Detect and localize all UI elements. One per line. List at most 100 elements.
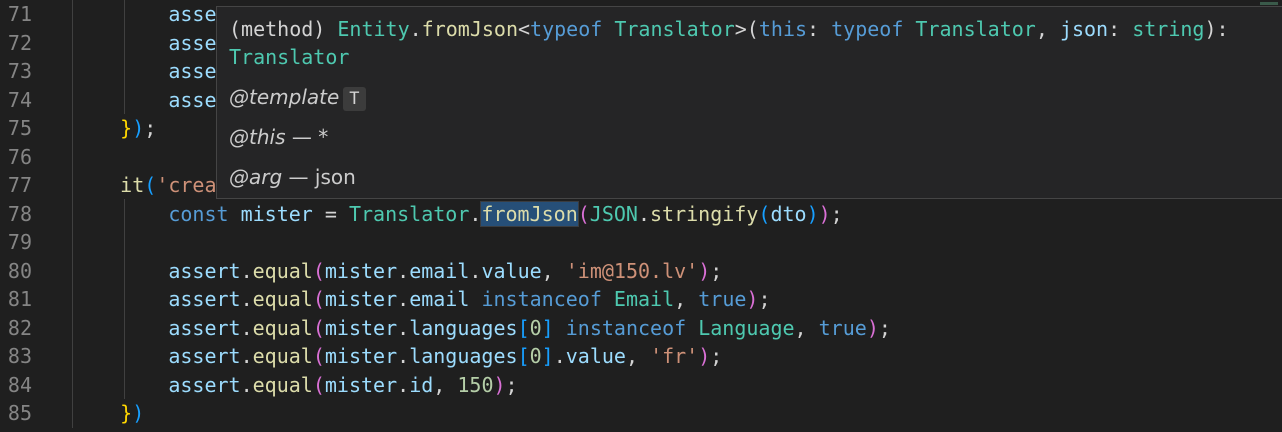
code-token: (: [312, 315, 325, 340]
template-tag-label: @template: [229, 85, 340, 109]
this-tag-label: @this: [229, 125, 286, 149]
line-number: 80: [7, 258, 32, 283]
line-number: 82: [7, 315, 32, 340]
code-token: .: [397, 315, 410, 340]
signature-token: typeof: [831, 17, 904, 41]
code-token: ): [132, 116, 145, 140]
code-token: mister: [324, 287, 398, 311]
code-token: equal: [252, 344, 313, 368]
code-token: (: [144, 173, 157, 197]
line-number: 73: [7, 59, 32, 83]
code-line[interactable]: 79: [0, 228, 1282, 257]
code-token: equal: [252, 287, 313, 311]
code-token: (: [312, 344, 325, 368]
code-token: languages: [409, 344, 518, 368]
this-tag-desc: — *: [291, 125, 329, 149]
code-text[interactable]: assert.equal(mister.languages[0] instanc…: [72, 314, 891, 343]
code-token: ;: [830, 201, 843, 226]
code-text[interactable]: asse: [72, 57, 217, 86]
signature-token: [602, 17, 614, 41]
line-number: 81: [7, 287, 32, 311]
code-token: ): [806, 201, 819, 226]
code-token: JSON: [589, 201, 638, 226]
code-text[interactable]: assert.equal(mister.email.value, 'im@150…: [72, 257, 722, 286]
code-text[interactable]: const mister = Translator.fromJson(JSON.…: [72, 200, 843, 229]
code-line[interactable]: 83 assert.equal(mister.languages[0].valu…: [0, 342, 1282, 371]
code-text[interactable]: assert.equal(mister.languages[0].value, …: [72, 342, 722, 371]
code-token: value: [481, 258, 542, 283]
code-token: .: [397, 258, 410, 283]
template-param-chip: T: [343, 87, 366, 111]
code-line[interactable]: 85 }): [0, 399, 1282, 428]
signature-token: ,: [1035, 17, 1060, 41]
code-token: 'im@150.lv': [565, 258, 699, 283]
code-token: assert: [168, 344, 241, 368]
code-line[interactable]: 78 const mister = Translator.fromJson(JS…: [0, 200, 1282, 229]
code-token: .: [240, 258, 253, 283]
code-text[interactable]: asse: [72, 29, 216, 58]
code-token: ): [818, 201, 831, 226]
signature-token: :: [807, 17, 832, 41]
signature-token: :: [1108, 17, 1133, 41]
line-number: 72: [7, 30, 32, 55]
code-token: .: [240, 287, 253, 311]
line-number: 83: [7, 344, 32, 368]
code-token: ]: [541, 315, 554, 340]
code-token: assert: [168, 372, 241, 397]
code-token: 150: [457, 372, 494, 397]
code-text[interactable]: });: [72, 114, 156, 143]
arg-tag-label: @arg: [229, 165, 283, 189]
code-text[interactable]: assert.equal(mister.email instanceof Ema…: [72, 285, 771, 314]
code-token: }: [120, 116, 133, 140]
code-token: equal: [252, 372, 313, 397]
code-token: asse: [168, 2, 217, 26]
signature-token: .: [409, 17, 422, 41]
code-text[interactable]: assert.equal(mister.id, 150);: [72, 371, 518, 400]
code-line[interactable]: 82 assert.equal(mister.languages[0] inst…: [0, 314, 1282, 343]
code-token: instanceof: [565, 315, 687, 340]
code-line[interactable]: 81 assert.equal(mister.email instanceof …: [0, 285, 1282, 314]
line-number: 76: [7, 144, 32, 169]
code-token: value: [565, 344, 626, 368]
line-number: 71: [7, 2, 32, 26]
code-line[interactable]: 80 assert.equal(mister.email.value, 'im@…: [0, 257, 1282, 286]
code-token: ;: [505, 372, 518, 397]
line-number: 84: [7, 372, 32, 397]
line-number: 78: [7, 201, 32, 226]
signature-token: typeof: [530, 17, 603, 41]
code-token: ): [698, 344, 711, 368]
code-token: ;: [710, 344, 723, 368]
code-token: ): [132, 401, 145, 425]
code-token: ,: [433, 372, 458, 397]
signature-token: Translator: [915, 17, 1036, 41]
signature-token: json: [1059, 17, 1109, 41]
line-number: 77: [7, 173, 32, 197]
code-token: mister: [324, 344, 398, 368]
line-number: 74: [7, 87, 32, 112]
code-text[interactable]: it('crea: [72, 171, 216, 200]
signature-token: (method): [229, 17, 338, 41]
code-text[interactable]: asse: [72, 0, 217, 29]
code-token: 'fr': [650, 344, 699, 368]
hover-tooltip: (method) Entity.fromJson<typeof Translat…: [216, 6, 1282, 199]
line-number: 75: [7, 116, 32, 140]
code-token: asse: [168, 59, 217, 83]
code-text[interactable]: }): [72, 399, 144, 428]
code-token: (: [312, 258, 325, 283]
hover-signature: (method) Entity.fromJson<typeof Translat…: [229, 15, 1273, 43]
signature-token: this: [758, 17, 808, 41]
arg-tag-desc: — json: [288, 165, 356, 189]
code-text[interactable]: asse: [72, 86, 216, 115]
code-token: mister: [324, 315, 398, 340]
code-token: [: [517, 315, 530, 340]
code-token: mister: [240, 201, 313, 226]
code-token: assert: [168, 315, 241, 340]
signature-token: Translator: [614, 17, 735, 41]
code-line[interactable]: 84 assert.equal(mister.id, 150);: [0, 371, 1282, 400]
hover-this-tag: @this — *: [229, 123, 1273, 151]
code-token: instanceof: [481, 287, 602, 311]
code-token: ;: [758, 287, 771, 311]
